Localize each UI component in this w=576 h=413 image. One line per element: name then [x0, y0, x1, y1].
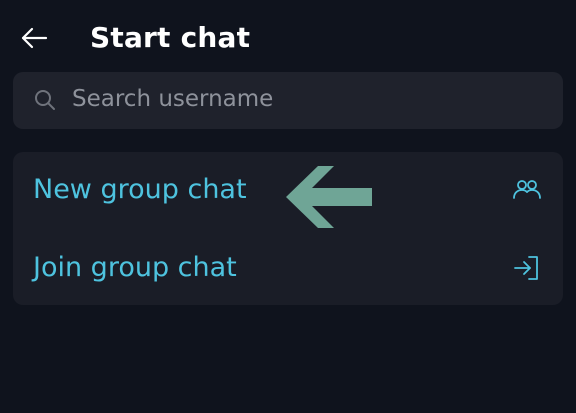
search-icon — [35, 90, 55, 110]
group-icon — [513, 180, 541, 199]
page-title: Start chat — [90, 21, 251, 54]
join-icon — [514, 256, 538, 280]
new-group-chat-label: New group chat — [33, 174, 247, 205]
header-bar: Start chat — [0, 0, 576, 76]
join-group-chat-label: Join group chat — [33, 252, 237, 283]
join-group-chat-item[interactable]: Join group chat — [13, 230, 563, 306]
arrow-left-icon — [21, 27, 48, 49]
search-input[interactable] — [72, 79, 542, 119]
back-button[interactable] — [14, 20, 54, 56]
annotation-arrow-icon — [286, 166, 372, 228]
